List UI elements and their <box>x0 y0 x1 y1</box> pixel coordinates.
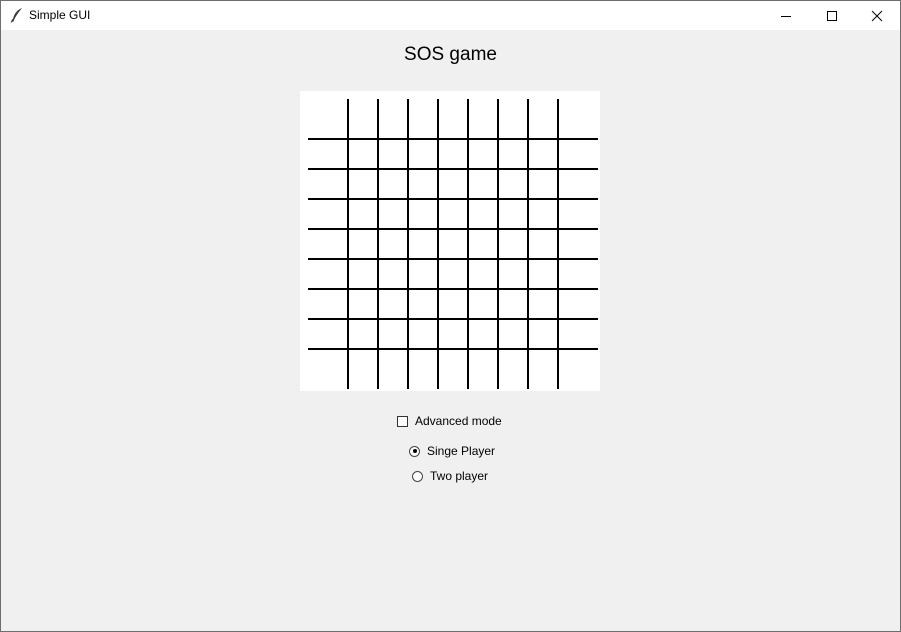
maximize-button[interactable] <box>809 1 855 30</box>
app-window: Simple GUI SOS game Advanced mode Singe … <box>0 0 901 632</box>
maximize-icon <box>827 10 837 21</box>
title-bar[interactable]: Simple GUI <box>1 1 900 30</box>
game-title: SOS game <box>404 44 497 65</box>
two-player-radio[interactable] <box>412 470 423 482</box>
advanced-mode-checkbox[interactable] <box>397 415 408 427</box>
advanced-mode-label[interactable]: Advanced mode <box>415 414 502 428</box>
two-player-option[interactable]: Two player <box>412 468 488 484</box>
single-player-option[interactable]: Singe Player <box>409 443 495 459</box>
game-board[interactable] <box>300 91 600 391</box>
single-player-radio[interactable] <box>409 445 420 457</box>
two-player-label[interactable]: Two player <box>430 469 488 483</box>
client-area: SOS game Advanced mode Singe Player Two … <box>1 30 900 631</box>
feather-icon <box>10 8 22 23</box>
minimize-button[interactable] <box>763 1 809 30</box>
advanced-mode-option[interactable]: Advanced mode <box>397 413 502 429</box>
single-player-label[interactable]: Singe Player <box>427 444 495 458</box>
window-title: Simple GUI <box>29 8 91 22</box>
close-icon <box>871 10 883 21</box>
close-button[interactable] <box>854 1 900 30</box>
board-grid[interactable] <box>300 91 600 391</box>
minimize-icon <box>781 15 791 17</box>
